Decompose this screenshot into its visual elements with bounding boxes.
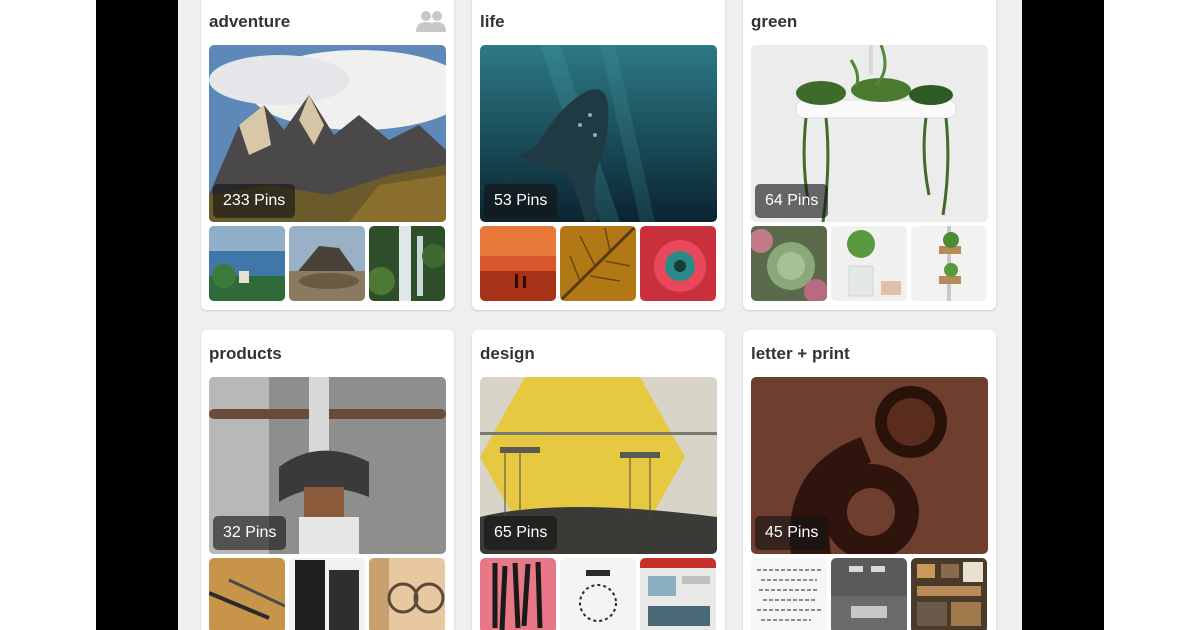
board-card-design[interactable]: design 65 Pins — [472, 330, 725, 630]
board-thumbnail[interactable] — [560, 558, 636, 630]
boards-screen: adventure 233 Pins life 53 Pins green 64… — [178, 0, 1022, 630]
board-cover-image[interactable]: 53 Pins — [480, 45, 717, 222]
board-thumbnail[interactable] — [640, 226, 716, 301]
board-thumbnail[interactable] — [289, 226, 365, 301]
board-thumbnail[interactable] — [369, 558, 445, 630]
board-card-adventure[interactable]: adventure 233 Pins — [201, 0, 454, 310]
board-cover-image[interactable]: 32 Pins — [209, 377, 446, 554]
board-thumbnail[interactable] — [831, 226, 907, 301]
board-thumbnail[interactable] — [911, 558, 987, 630]
board-thumbnail[interactable] — [911, 226, 987, 301]
board-card-products[interactable]: products 32 Pins — [201, 330, 454, 630]
board-title: green — [751, 12, 798, 31]
board-thumbnail[interactable] — [369, 226, 445, 301]
pin-count-badge: 32 Pins — [213, 516, 287, 550]
board-thumbnail[interactable] — [560, 226, 636, 301]
board-thumbnail[interactable] — [480, 558, 556, 630]
group-people-icon — [416, 10, 446, 32]
pin-count-badge: 45 Pins — [755, 516, 829, 550]
board-title: design — [480, 344, 535, 363]
board-cover-image[interactable]: 64 Pins — [751, 45, 988, 222]
board-thumbnail[interactable] — [751, 226, 827, 301]
board-title: products — [209, 344, 282, 363]
board-thumbnail[interactable] — [480, 226, 556, 301]
board-card-green[interactable]: green 64 Pins — [743, 0, 996, 310]
board-card-letter-print[interactable]: letter + print 45 Pins — [743, 330, 996, 630]
pin-count-badge: 64 Pins — [755, 184, 829, 218]
board-title: adventure — [209, 12, 291, 31]
board-thumbnail[interactable] — [640, 558, 716, 630]
board-thumbnail[interactable] — [751, 558, 827, 630]
board-thumbnail[interactable] — [831, 558, 907, 630]
pin-count-badge: 233 Pins — [213, 184, 296, 218]
board-title: letter + print — [751, 344, 850, 363]
board-cover-image[interactable]: 65 Pins — [480, 377, 717, 554]
board-card-life[interactable]: life 53 Pins — [472, 0, 725, 310]
board-cover-image[interactable]: 45 Pins — [751, 377, 988, 554]
pin-count-badge: 65 Pins — [484, 516, 558, 550]
board-thumbnail[interactable] — [289, 558, 365, 630]
board-title: life — [480, 12, 505, 31]
board-thumbnail[interactable] — [209, 558, 285, 630]
board-thumbnail[interactable] — [209, 226, 285, 301]
pin-count-badge: 53 Pins — [484, 184, 558, 218]
board-cover-image[interactable]: 233 Pins — [209, 45, 446, 222]
